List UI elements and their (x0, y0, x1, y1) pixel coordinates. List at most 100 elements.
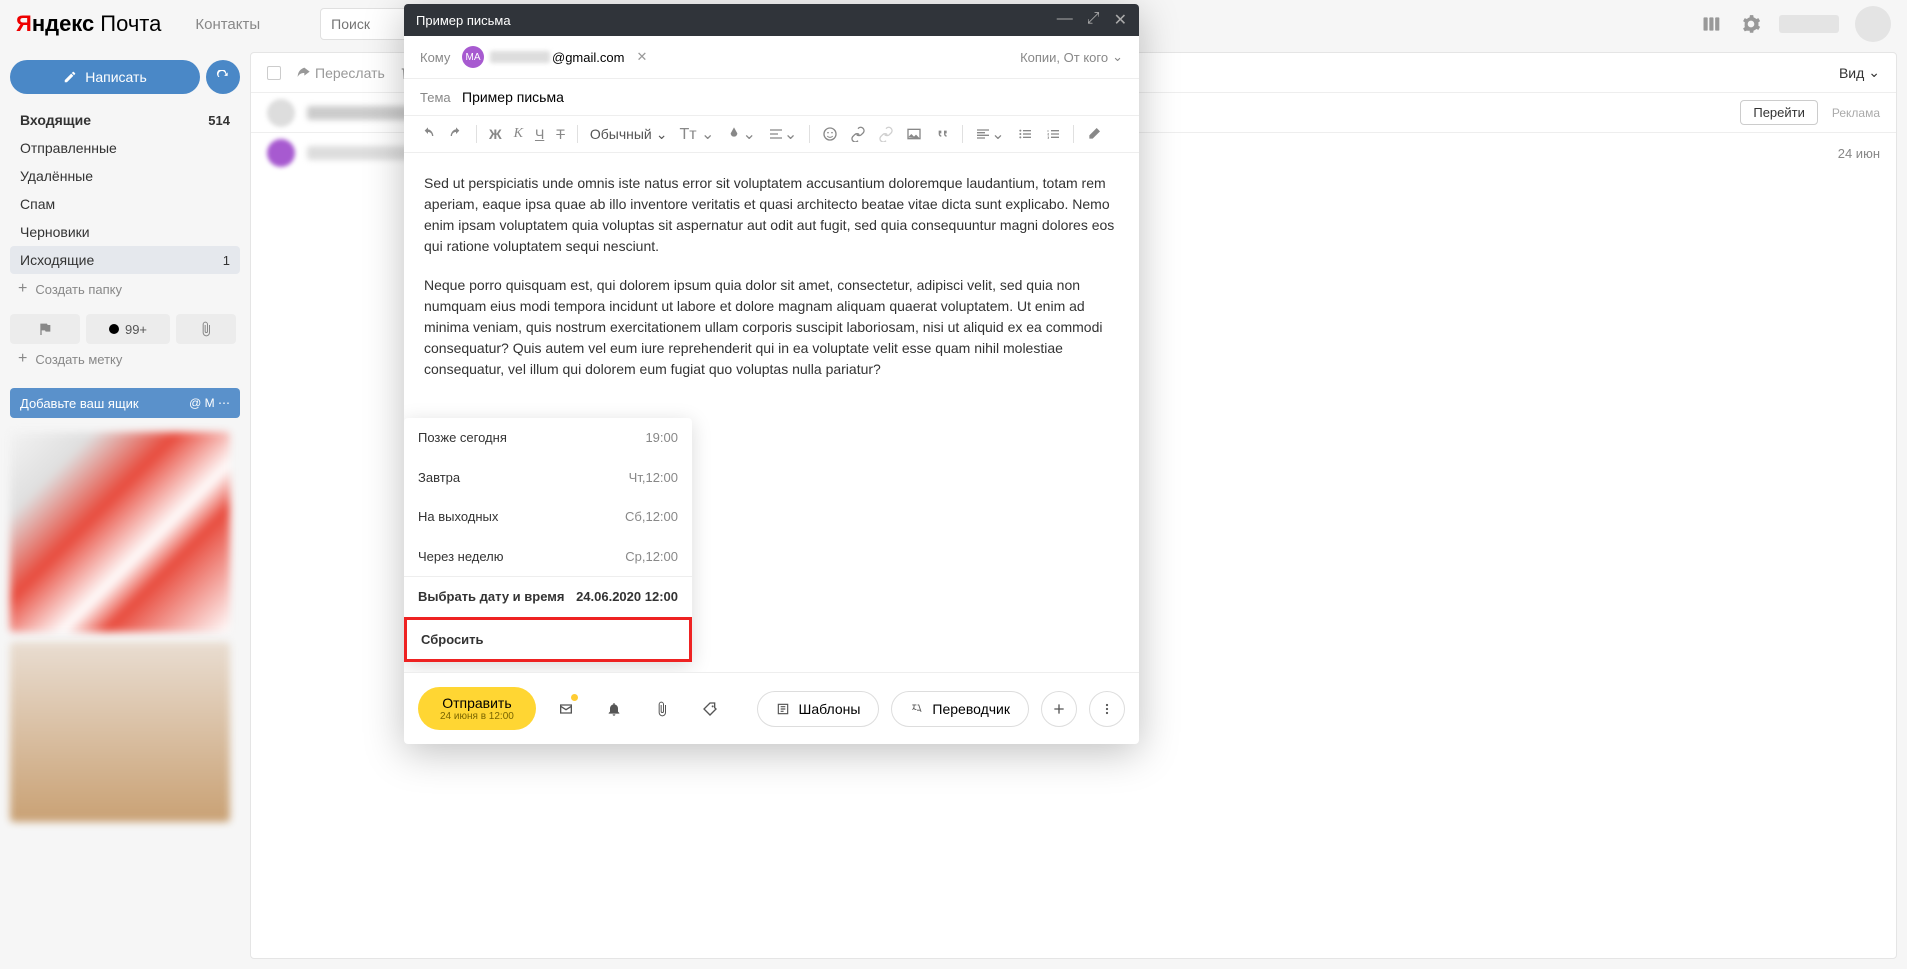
sched-custom[interactable]: Выбрать дату и время24.06.2020 12:00 (404, 576, 692, 617)
unread-filter[interactable]: 99+ (86, 314, 170, 344)
bold-button[interactable]: Ж (489, 126, 502, 142)
schedule-popup: Позже сегодня19:00 ЗавтраЧт,12:00 На вых… (404, 418, 692, 662)
create-folder[interactable]: +Создать папку (10, 274, 240, 304)
expand-button[interactable]: ⤢ (1087, 10, 1100, 30)
underline-button[interactable]: Ч (535, 126, 544, 142)
ol-icon (1045, 126, 1061, 142)
body-para-2: Neque porro quisquam est, qui dolorem ip… (424, 275, 1119, 380)
close-button[interactable]: ✕ (1114, 10, 1127, 30)
select-all-checkbox[interactable] (267, 66, 281, 80)
ul-icon (1017, 126, 1033, 142)
minimize-button[interactable]: — (1057, 10, 1073, 30)
format-bar: Ж К Ч Т Обычный ⌄ Tт ⌄ ⌄ ⌄ ⌄ (404, 116, 1139, 153)
view-button[interactable]: Вид ⌄ (1839, 64, 1880, 81)
logo-pochta: Почта (100, 11, 161, 37)
label-button[interactable] (692, 691, 728, 727)
chevron-down-icon: ⌄ (1868, 64, 1880, 81)
to-label: Кому (420, 50, 462, 65)
emoji-button[interactable] (822, 126, 838, 142)
message-sender (307, 146, 417, 160)
style-select[interactable]: Обычный ⌄ (590, 126, 668, 143)
add-button[interactable] (1041, 691, 1077, 727)
add-mailbox[interactable]: Добавьте ваш ящик @ M ⋯ (10, 388, 240, 418)
compose-button[interactable]: Написать (10, 60, 200, 94)
apps-icon[interactable] (1699, 12, 1723, 36)
bell-icon (606, 701, 622, 717)
paint-icon (726, 126, 742, 142)
refresh-button[interactable] (206, 60, 240, 94)
color-button[interactable]: ⌄ (726, 124, 755, 144)
attach-button[interactable] (644, 691, 680, 727)
folder-sent[interactable]: Отправленные (10, 134, 240, 162)
clip-icon (654, 701, 670, 717)
subject-label: Тема (420, 90, 462, 105)
recipient-chip[interactable]: MA @gmail.com ✕ (462, 46, 647, 68)
folder-trash[interactable]: Удалённые (10, 162, 240, 190)
dot-icon (109, 324, 119, 334)
folder-drafts[interactable]: Черновики (10, 218, 240, 246)
unread-icon-button[interactable] (548, 691, 584, 727)
compose-body[interactable]: Sed ut perspiciatis unde omnis iste natu… (404, 153, 1139, 672)
eraser-icon (1086, 126, 1102, 142)
gear-icon[interactable] (1739, 12, 1763, 36)
compose-icon (63, 70, 77, 84)
undo-button[interactable] (420, 126, 436, 142)
folder-list: Входящие514 Отправленные Удалённые Спам … (10, 106, 240, 274)
flag-filter[interactable] (10, 314, 80, 344)
sched-reset[interactable]: Сбросить (404, 617, 692, 663)
templates-button[interactable]: Шаблоны (757, 691, 879, 727)
link-button[interactable] (850, 126, 866, 142)
strike-button[interactable]: Т (556, 126, 565, 142)
translate-icon (910, 702, 924, 716)
dots-icon (1099, 701, 1115, 717)
logo[interactable]: ЯЯндексндекс Почта (16, 11, 161, 37)
forward-action[interactable]: Переслать (295, 65, 385, 81)
fontsize-button[interactable]: Tт ⌄ (679, 124, 714, 144)
ol-button[interactable] (1045, 126, 1061, 142)
send-button[interactable]: Отправить 24 июня в 12:00 (418, 687, 536, 730)
to-row: Кому MA @gmail.com ✕ Копии, От кого ⌄ (404, 36, 1139, 79)
sched-weekend[interactable]: На выходныхСб,12:00 (404, 497, 692, 537)
flag-icon (37, 321, 53, 337)
folder-spam[interactable]: Спам (10, 190, 240, 218)
sched-nextweek[interactable]: Через неделюСр,12:00 (404, 537, 692, 577)
eraser-button[interactable] (1086, 126, 1102, 142)
sidebar-ad-1[interactable] (10, 432, 230, 632)
promo-go-button[interactable]: Перейти (1740, 100, 1818, 125)
sidebar-ad-2[interactable] (10, 642, 230, 822)
folder-outbox[interactable]: Исходящие1 (10, 246, 240, 274)
chip-remove[interactable]: ✕ (636, 49, 647, 65)
compose-header[interactable]: Пример письма — ⤢ ✕ (404, 4, 1139, 36)
attach-filter[interactable] (176, 314, 236, 344)
image-button[interactable] (906, 126, 922, 142)
message-date: 24 июн (1838, 146, 1880, 161)
plus-icon: + (18, 350, 27, 368)
sched-later-today[interactable]: Позже сегодня19:00 (404, 418, 692, 458)
redo-button[interactable] (448, 126, 464, 142)
avatar[interactable] (1855, 6, 1891, 42)
mail-icon (558, 701, 574, 717)
sidebar: Написать Входящие514 Отправленные Удалён… (0, 48, 250, 969)
subject-input[interactable] (462, 89, 1123, 105)
sched-tomorrow[interactable]: ЗавтраЧт,12:00 (404, 458, 692, 498)
reminder-button[interactable] (596, 691, 632, 727)
folder-inbox[interactable]: Входящие514 (10, 106, 240, 134)
contacts-link[interactable]: Контакты (195, 16, 260, 33)
translator-button[interactable]: Переводчик (891, 691, 1029, 727)
compose-footer: Отправить 24 июня в 12:00 Шаблоны Перево… (404, 672, 1139, 744)
ul-button[interactable] (1017, 126, 1033, 142)
create-tag[interactable]: +Создать метку (10, 344, 240, 374)
unlink-button[interactable] (878, 126, 894, 142)
cc-toggle[interactable]: Копии, От кого ⌄ (1020, 49, 1123, 65)
alignleft-button[interactable]: ⌄ (975, 124, 1004, 144)
message-avatar (267, 139, 295, 167)
services-bar[interactable] (1779, 15, 1839, 33)
link-icon (850, 126, 866, 142)
quote-icon (934, 126, 950, 142)
align-button[interactable]: ⌄ (768, 124, 797, 144)
more-button[interactable] (1089, 691, 1125, 727)
quote-button[interactable] (934, 126, 950, 142)
italic-button[interactable]: К (514, 126, 523, 142)
chevron-down-icon: ⌄ (656, 126, 668, 143)
compose-label: Написать (85, 69, 146, 85)
